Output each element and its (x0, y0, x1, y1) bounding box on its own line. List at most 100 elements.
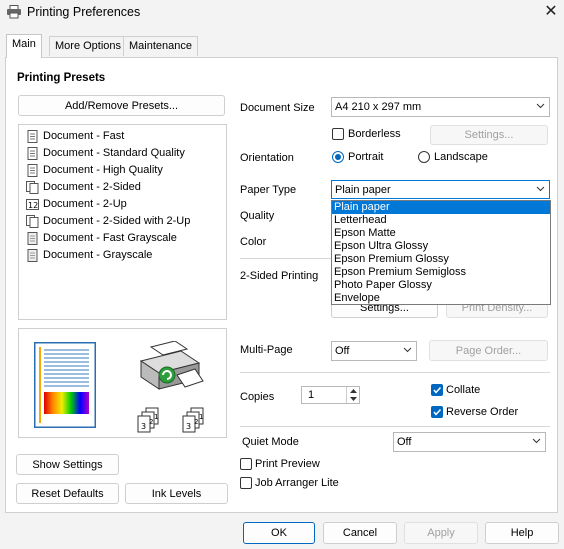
paper-type-option[interactable]: Epson Matte (332, 227, 550, 240)
close-icon[interactable]: ✕ (541, 2, 561, 22)
chevron-down-icon (403, 347, 412, 353)
preset-item[interactable]: Document - Grayscale (26, 247, 152, 263)
tab-maintenance[interactable]: Maintenance (123, 36, 198, 56)
cancel-button[interactable]: Cancel (323, 522, 397, 544)
svg-text:3: 3 (141, 422, 146, 431)
spin-up-icon[interactable] (349, 388, 358, 394)
grayscale-document-icon (27, 231, 38, 245)
tab-main[interactable]: Main (6, 34, 42, 58)
grayscale-document-icon (27, 248, 38, 262)
tab-label: Maintenance (129, 40, 192, 52)
svg-text:1: 1 (199, 413, 203, 421)
paper-type-dropdown: Plain paper Letterhead Epson Matte Epson… (331, 200, 551, 305)
reverse-order-checkbox[interactable] (431, 406, 443, 418)
paper-type-option[interactable]: Epson Ultra Glossy (332, 240, 550, 253)
preset-label: Document - Fast (43, 130, 125, 142)
paper-type-label: Paper Type (240, 184, 297, 196)
portrait-label: Portrait (348, 151, 384, 163)
multi-page-select[interactable]: Off (331, 341, 417, 361)
document-size-select[interactable]: A4 210 x 297 mm (331, 97, 550, 117)
two-sided-printing-label: 2-Sided Printing (240, 270, 319, 282)
preset-item[interactable]: Document - Fast (26, 128, 124, 144)
show-settings-button[interactable]: Show Settings (16, 454, 119, 475)
preset-item[interactable]: Document - Fast Grayscale (26, 230, 177, 246)
reset-defaults-button[interactable]: Reset Defaults (16, 483, 119, 504)
multi-page-label: Multi-Page (240, 344, 293, 356)
paper-type-select[interactable]: Plain paper (331, 180, 550, 199)
page-order-button[interactable]: Page Order... (429, 340, 548, 361)
landscape-radio[interactable] (418, 151, 430, 163)
copies-value: 1 (308, 389, 315, 401)
color-label: Color (240, 236, 267, 248)
paper-type-option[interactable]: Epson Premium Glossy (332, 253, 550, 266)
collate-label: Collate (446, 384, 481, 396)
print-preview-checkbox[interactable] (240, 458, 252, 470)
ink-levels-button[interactable]: Ink Levels (125, 483, 228, 504)
svg-text:1: 1 (154, 413, 158, 421)
add-remove-presets-button[interactable]: Add/Remove Presets... (18, 95, 225, 116)
checkmark-icon (433, 408, 442, 416)
paper-type-option[interactable]: Letterhead (332, 214, 550, 227)
job-arranger-checkbox[interactable] (240, 477, 252, 489)
paper-type-option[interactable]: Envelope (332, 292, 550, 305)
reverse-order-label: Reverse Order (446, 406, 519, 418)
tab-label: Main (12, 38, 36, 50)
spin-down-icon[interactable] (349, 396, 358, 402)
quiet-mode-select[interactable]: Off (393, 432, 546, 452)
job-arranger-label: Job Arranger Lite (255, 477, 339, 489)
copies-spinbox[interactable]: 1 (301, 386, 360, 404)
landscape-label: Landscape (434, 151, 488, 163)
preset-item[interactable]: Document - Standard Quality (26, 145, 185, 161)
svg-text:2: 2 (194, 418, 198, 426)
document-size-value: A4 210 x 297 mm (335, 101, 422, 113)
preset-label: Document - 2-Sided (43, 181, 141, 193)
document-icon (27, 129, 38, 143)
copies-label: Copies (240, 391, 275, 403)
print-preview-area: 3 2 1 3 2 1 (18, 328, 227, 438)
help-button[interactable]: Help (485, 522, 559, 544)
portrait-radio[interactable] (332, 151, 344, 163)
preset-label: Document - Standard Quality (43, 147, 185, 159)
window-title: Printing Preferences (27, 5, 141, 19)
preset-label: Document - 2-Sided with 2-Up (43, 215, 191, 227)
quality-label: Quality (240, 210, 275, 222)
preset-label: Document - High Quality (43, 164, 163, 176)
paper-type-option[interactable]: Photo Paper Glossy (332, 279, 550, 292)
preset-item[interactable]: 12 Document - 2-Up (26, 196, 127, 212)
quiet-mode-label: Quiet Mode (242, 436, 299, 448)
preset-item[interactable]: Document - 2-Sided (26, 179, 141, 195)
tab-more-options[interactable]: More Options (49, 36, 128, 56)
two-sided-two-up-icon (26, 214, 39, 228)
apply-button[interactable]: Apply (404, 522, 478, 544)
collate-checkbox[interactable] (431, 384, 443, 396)
preset-label: Document - Grayscale (43, 249, 153, 261)
paper-type-value: Plain paper (335, 183, 391, 196)
svg-text:2: 2 (149, 418, 153, 426)
borderless-checkbox[interactable] (332, 128, 344, 140)
presets-list: Document - Fast Document - Standard Qual… (18, 124, 227, 320)
paper-type-option[interactable]: Epson Premium Semigloss (332, 266, 550, 279)
paper-type-option[interactable]: Plain paper (332, 201, 550, 214)
ok-button[interactable]: OK (243, 522, 315, 544)
svg-text:12: 12 (28, 201, 38, 210)
preset-label: Document - Fast Grayscale (43, 232, 177, 244)
title-bar: Printing Preferences ✕ (0, 0, 564, 26)
printer-icon (7, 5, 21, 19)
preset-item[interactable]: Document - 2-Sided with 2-Up (26, 213, 190, 229)
preset-item[interactable]: Document - High Quality (26, 162, 163, 178)
printer-illustration-icon (139, 341, 204, 390)
presets-heading: Printing Presets (17, 72, 106, 84)
copies-stack-icon: 3 2 1 (182, 407, 204, 433)
document-icon (27, 146, 38, 160)
document-icon (27, 163, 38, 177)
borderless-label: Borderless (348, 128, 401, 140)
borderless-settings-button[interactable]: Settings... (430, 125, 548, 145)
document-size-label: Document Size (240, 102, 315, 114)
spin-buttons[interactable] (346, 387, 359, 403)
multi-page-value: Off (335, 345, 350, 357)
chevron-down-icon (536, 103, 545, 109)
checkmark-icon (433, 386, 442, 394)
orientation-label: Orientation (240, 152, 294, 164)
two-sided-document-icon (26, 180, 39, 194)
page-preview-icon (34, 342, 96, 428)
